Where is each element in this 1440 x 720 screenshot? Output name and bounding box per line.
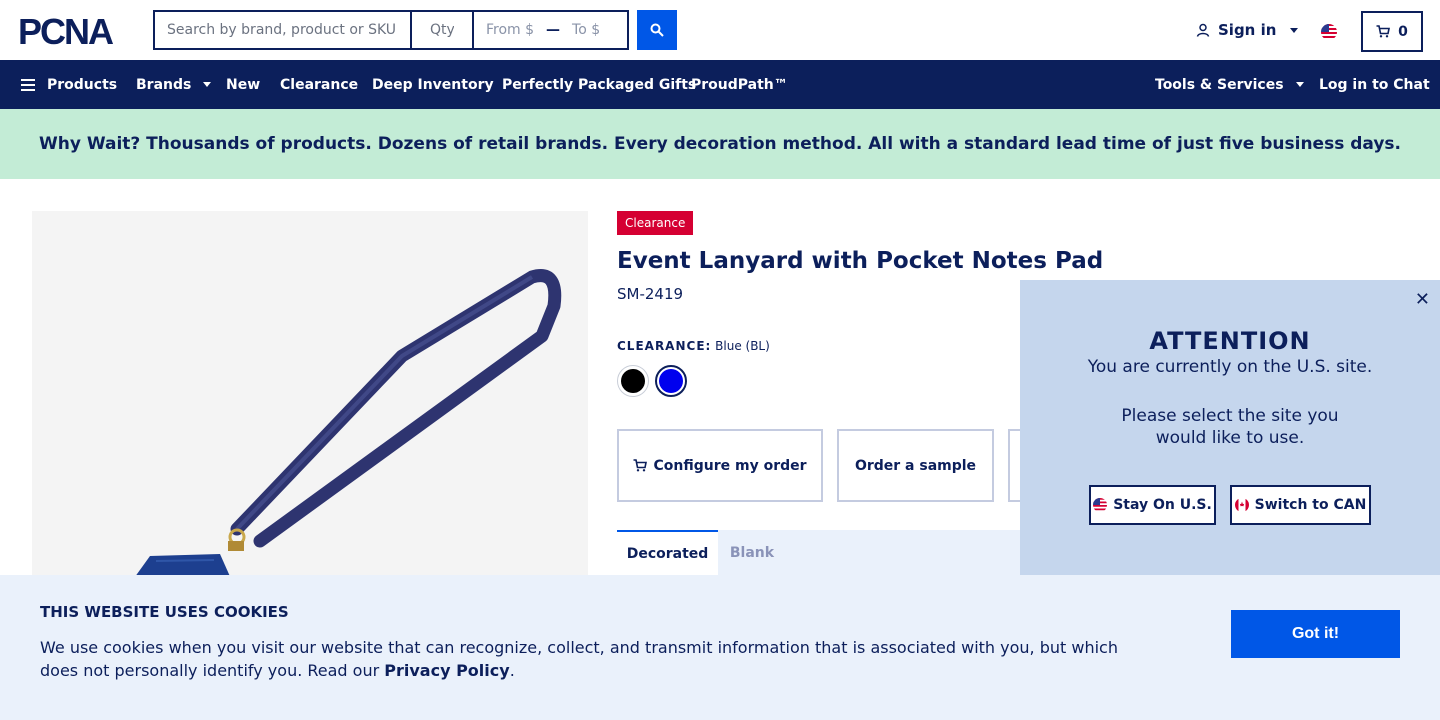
price-dash: — xyxy=(546,22,561,38)
nav-proudpath-label[interactable]: ProudPath™ xyxy=(691,77,788,93)
tab-decorated-label[interactable]: Decorated xyxy=(627,546,709,562)
signin-label[interactable]: Sign in xyxy=(1218,21,1276,39)
us-flag-icon[interactable] xyxy=(1321,24,1337,40)
nav-chat-label[interactable]: Log in to Chat xyxy=(1319,77,1430,93)
configure-order-button[interactable]: Configure my order xyxy=(617,429,823,502)
nav-tools-services[interactable]: Tools & Services xyxy=(1155,60,1304,109)
qty-input[interactable] xyxy=(411,10,473,50)
nav-chat-login[interactable]: Log in to Chat xyxy=(1319,60,1430,109)
price-range-field[interactable]: From $ — To $ xyxy=(473,10,629,50)
cookie-period: . xyxy=(509,661,515,680)
popup-title: ATTENTION xyxy=(1149,327,1311,355)
action-button-partial[interactable] xyxy=(1008,429,1020,502)
color-label-value: Blue (BL) xyxy=(715,339,770,353)
search-icon xyxy=(650,23,664,37)
swatch-black[interactable] xyxy=(617,365,649,397)
privacy-policy-link[interactable]: Privacy Policy xyxy=(384,661,509,680)
close-icon[interactable]: ✕ xyxy=(1415,289,1430,310)
search-input[interactable] xyxy=(153,10,411,50)
cookie-accept-button[interactable]: Got it! xyxy=(1231,610,1400,658)
cart-button[interactable]: 0 xyxy=(1361,11,1423,52)
product-sku: SM-2419 xyxy=(617,285,684,303)
site-selector-popup: ✕ ATTENTION You are currently on the U.S… xyxy=(1020,280,1440,575)
order-sample-label[interactable]: Order a sample xyxy=(855,458,976,474)
signin-menu[interactable]: Sign in xyxy=(1196,21,1299,39)
product-image[interactable] xyxy=(32,211,588,581)
tab-blank[interactable]: Blank xyxy=(718,530,786,575)
price-to[interactable]: To $ xyxy=(572,22,600,38)
stay-us-label[interactable]: Stay On U.S. xyxy=(1113,497,1212,513)
tab-blank-label[interactable]: Blank xyxy=(730,545,774,561)
search-bar: From $ — To $ xyxy=(153,10,677,50)
decoration-tabs: Decorated Blank xyxy=(617,530,1020,575)
cookie-banner: THIS WEBSITE USES COOKIES We use cookies… xyxy=(0,575,1440,720)
chevron-down-icon xyxy=(1295,82,1304,87)
nav-packaged-gifts-label[interactable]: Perfectly Packaged Gifts xyxy=(502,77,696,93)
order-sample-button[interactable]: Order a sample xyxy=(837,429,994,502)
nav-proudpath[interactable]: ProudPath™ xyxy=(691,60,788,109)
chevron-down-icon xyxy=(1290,27,1299,33)
lanyard-image xyxy=(132,269,562,581)
chevron-down-icon xyxy=(203,82,212,87)
stay-us-button[interactable]: Stay On U.S. xyxy=(1089,485,1216,525)
price-from[interactable]: From $ xyxy=(486,22,534,38)
nav-brands-label[interactable]: Brands xyxy=(136,77,191,93)
clearance-badge: Clearance xyxy=(617,211,694,235)
cart-icon xyxy=(633,459,648,472)
nav-brands[interactable]: Brands xyxy=(136,60,212,109)
nav-clearance-label[interactable]: Clearance xyxy=(280,77,358,93)
nav-products-label[interactable]: Products xyxy=(47,77,117,93)
swatch-black-dot xyxy=(621,369,645,393)
cookie-text: We use cookies when you visit our websit… xyxy=(40,636,1140,682)
pcna-logo[interactable]: PCNA xyxy=(18,14,138,48)
product-title: Event Lanyard with Pocket Notes Pad xyxy=(617,248,1104,274)
popup-message-2: Please select the site you would like to… xyxy=(1121,406,1339,448)
nav-deep-inventory[interactable]: Deep Inventory xyxy=(372,60,494,109)
nav-deep-inventory-label[interactable]: Deep Inventory xyxy=(372,77,494,93)
cart-count: 0 xyxy=(1398,23,1408,40)
configure-order-label[interactable]: Configure my order xyxy=(653,458,806,474)
popup-message: You are currently on the U.S. site. xyxy=(1087,357,1373,377)
cookie-body: We use cookies when you visit our websit… xyxy=(40,638,1118,680)
nav-new-label[interactable]: New xyxy=(226,77,260,93)
hamburger-icon xyxy=(21,78,35,91)
swatch-blue-dot xyxy=(659,369,683,393)
main-nav: Products Brands New Clearance Deep Inven… xyxy=(0,60,1440,109)
promo-banner: Why Wait? Thousands of products. Dozens … xyxy=(0,109,1440,179)
user-icon xyxy=(1196,23,1210,37)
canada-flag-icon xyxy=(1234,498,1249,512)
logo-text: PCNA xyxy=(18,14,114,48)
us-flag-icon xyxy=(1093,498,1108,512)
switch-can-button[interactable]: Switch to CAN xyxy=(1230,485,1371,525)
color-label: CLEARANCE: Blue (BL) xyxy=(617,339,770,353)
nav-new[interactable]: New xyxy=(226,60,260,109)
cart-icon xyxy=(1376,25,1391,38)
color-label-key: CLEARANCE: xyxy=(617,339,712,353)
nav-tools-label[interactable]: Tools & Services xyxy=(1155,77,1284,93)
promo-banner-text: Why Wait? Thousands of products. Dozens … xyxy=(38,134,1402,154)
tab-decorated[interactable]: Decorated xyxy=(617,530,718,575)
nav-products[interactable]: Products xyxy=(21,60,117,109)
switch-can-label[interactable]: Switch to CAN xyxy=(1255,497,1367,513)
nav-packaged-gifts[interactable]: Perfectly Packaged Gifts xyxy=(502,60,696,109)
site-header: PCNA From $ — To $ Sign in 0 xyxy=(0,0,1440,60)
cookie-title: THIS WEBSITE USES COOKIES xyxy=(40,603,289,621)
nav-clearance[interactable]: Clearance xyxy=(280,60,358,109)
swatch-blue[interactable] xyxy=(655,365,687,397)
search-button[interactable] xyxy=(637,10,677,50)
